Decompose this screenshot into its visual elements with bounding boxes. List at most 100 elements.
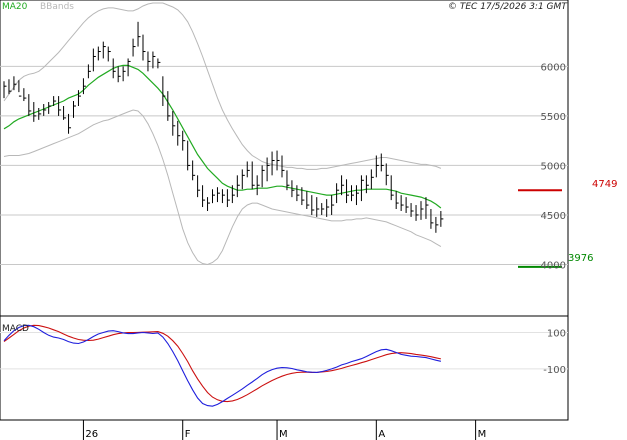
- price-bar: [316, 197, 320, 217]
- price-bar: [326, 199, 330, 217]
- x-tick-label: M: [478, 429, 487, 440]
- price-bar: [13, 76, 17, 91]
- price-bar: [360, 175, 364, 202]
- price-bar: [241, 169, 245, 190]
- axis-layer: 6000 5500 5000 4500 4000 100 -100 26 F M A M: [82, 62, 566, 440]
- price-bar: [370, 169, 374, 190]
- support-label: 3976: [568, 253, 593, 264]
- levels-layer: [518, 189, 562, 268]
- x-tick-label: 26: [85, 429, 98, 440]
- macd-tick-label: -100: [543, 365, 566, 376]
- price-bar: [97, 46, 101, 61]
- price-tick-label: 4000: [541, 260, 566, 271]
- price-bar: [177, 120, 181, 146]
- bbands-layer: [3, 2, 442, 266]
- price-bar: [331, 195, 335, 215]
- price-bar: [192, 160, 196, 181]
- price-bar: [321, 203, 325, 215]
- price-tick-label: 5500: [541, 112, 566, 123]
- ma20-legend-label: MA20: [2, 2, 28, 12]
- price-bar: [63, 106, 67, 120]
- price-bar: [261, 165, 265, 188]
- price-bar: [82, 78, 86, 95]
- macd-line: [3, 324, 442, 407]
- price-bar: [400, 195, 404, 211]
- grid-layer: [0, 65, 568, 370]
- price-bar: [48, 102, 52, 114]
- bband-upper-line: [3, 2, 442, 170]
- price-bar: [355, 185, 359, 206]
- price-bar: [147, 51, 151, 72]
- bband-lower-line: [3, 109, 442, 266]
- price-bar: [3, 81, 7, 99]
- ma20-line: [3, 64, 442, 209]
- price-tick-label: 6000: [541, 62, 566, 73]
- price-bar: [430, 209, 434, 229]
- price-bar: [212, 189, 215, 204]
- price-bar: [395, 191, 399, 210]
- price-bar: [236, 175, 240, 198]
- price-bar: [246, 161, 250, 178]
- price-bar: [18, 80, 22, 97]
- ma-layer: [3, 64, 442, 209]
- copyright-text: © TEC 17/5/2026 3:1 GMT: [448, 2, 568, 12]
- price-bar: [142, 34, 146, 61]
- x-tick-label: M: [279, 429, 288, 440]
- price-bar: [43, 104, 47, 116]
- price-bar: [182, 130, 186, 151]
- price-bar: [420, 201, 424, 220]
- price-bar: [102, 41, 106, 59]
- price-bar: [127, 58, 131, 77]
- price-bar: [68, 113, 72, 134]
- price-bar: [197, 175, 201, 198]
- price-bar: [271, 151, 275, 176]
- macd-panel-label: MACD: [2, 324, 29, 334]
- price-bar: [202, 185, 206, 208]
- price-bar: [23, 88, 27, 102]
- price-tick-label: 5000: [541, 161, 566, 172]
- price-bar: [365, 175, 369, 194]
- price-bar: [187, 140, 191, 171]
- price-bar: [132, 38, 136, 57]
- price-bar: [137, 21, 141, 47]
- price-bar: [28, 94, 32, 116]
- price-bar: [405, 197, 409, 213]
- price-bar: [390, 175, 394, 201]
- macd-layer: [3, 324, 442, 407]
- macd-signal-line: [3, 324, 442, 403]
- price-bar: [152, 51, 156, 69]
- price-bar: [311, 195, 315, 215]
- price-bar: [380, 153, 384, 172]
- price-bar: [385, 163, 389, 186]
- resistance-label: 4749: [592, 179, 617, 190]
- price-bar: [440, 210, 444, 227]
- price-bar: [256, 175, 260, 196]
- price-bar: [375, 155, 379, 178]
- price-bar: [207, 197, 211, 211]
- price-bar: [73, 101, 76, 118]
- price-bar: [122, 66, 126, 82]
- price-bar: [351, 185, 354, 202]
- price-bar: [276, 150, 280, 171]
- price-panel-frame: [0, 0, 569, 317]
- bbands-legend-label: BBands: [40, 2, 74, 12]
- price-bar: [306, 191, 310, 210]
- price-bar: [92, 48, 96, 72]
- x-tick-label: A: [378, 429, 385, 440]
- price-bar: [58, 96, 62, 116]
- price-bar: [231, 185, 235, 204]
- macd-tick-label: 100: [547, 329, 566, 340]
- price-bar: [117, 66, 121, 83]
- price-bar: [415, 205, 419, 221]
- price-bar: [107, 46, 111, 62]
- price-bar: [435, 216, 439, 233]
- price-bar: [296, 185, 300, 202]
- price-bar: [221, 189, 225, 204]
- x-tick-label: F: [185, 429, 191, 440]
- price-bar: [216, 187, 220, 203]
- price-bar: [162, 76, 166, 106]
- price-bars-layer: [3, 21, 444, 233]
- price-bar: [226, 189, 230, 208]
- price-tick-label: 4500: [541, 211, 566, 222]
- price-bar: [266, 157, 270, 182]
